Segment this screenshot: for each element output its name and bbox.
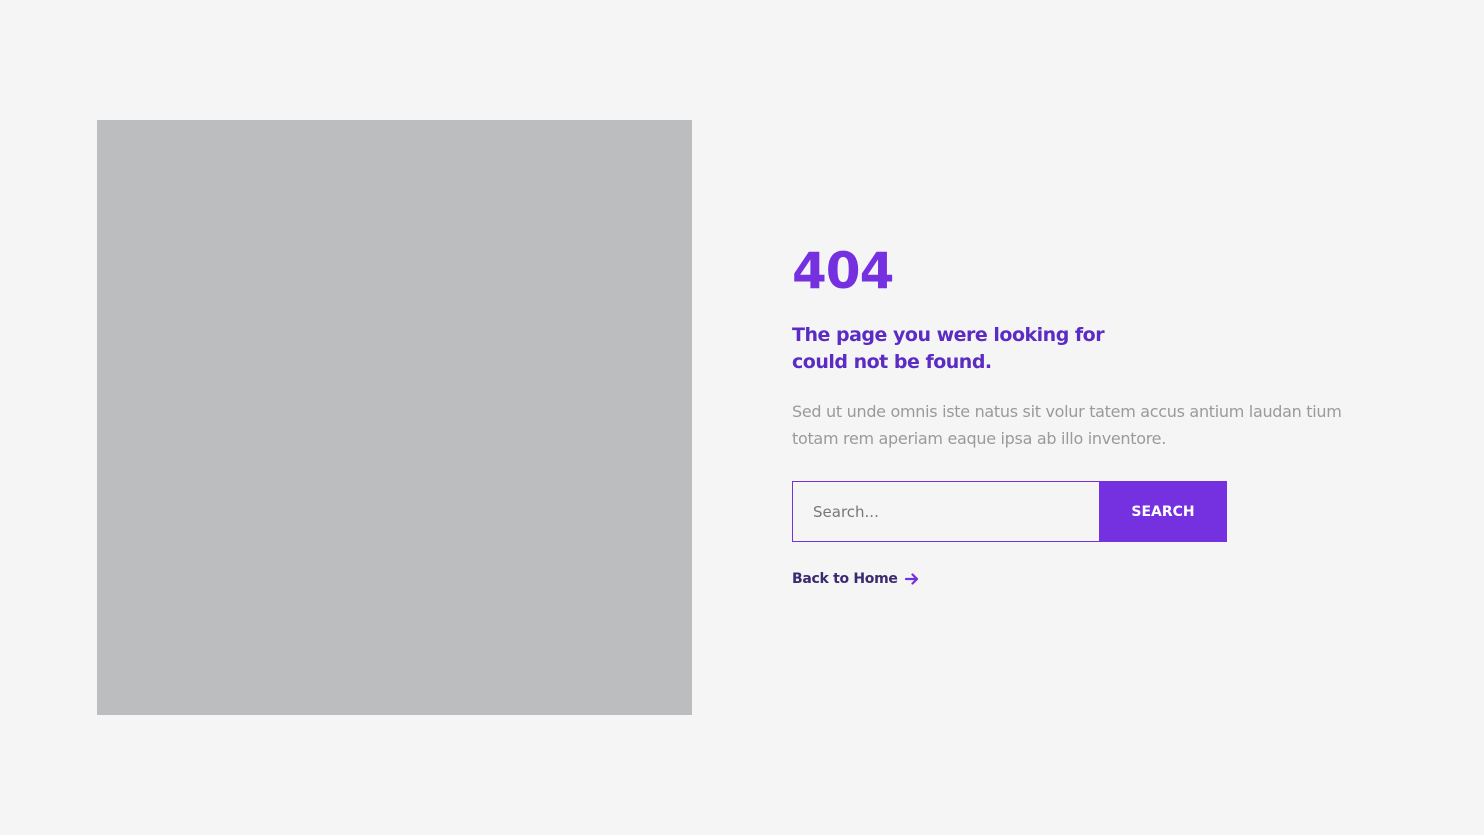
search-input[interactable] <box>792 481 1099 542</box>
error-page: 404 The page you were looking for could … <box>0 0 1484 835</box>
error-title: The page you were looking for could not … <box>792 324 1105 373</box>
search-button[interactable]: SEARCH <box>1099 481 1227 542</box>
back-to-home-link[interactable]: Back to Home <box>792 571 919 587</box>
error-content: 404 The page you were looking for could … <box>792 238 1392 588</box>
arrow-right-icon <box>904 572 919 586</box>
error-description: Sed ut unde omnis iste natus sit volur t… <box>792 402 1342 448</box>
search-form: SEARCH <box>792 481 1227 542</box>
back-to-home-label: Back to Home <box>792 571 898 587</box>
error-code: 404 <box>792 242 894 300</box>
error-illustration <box>97 120 692 715</box>
